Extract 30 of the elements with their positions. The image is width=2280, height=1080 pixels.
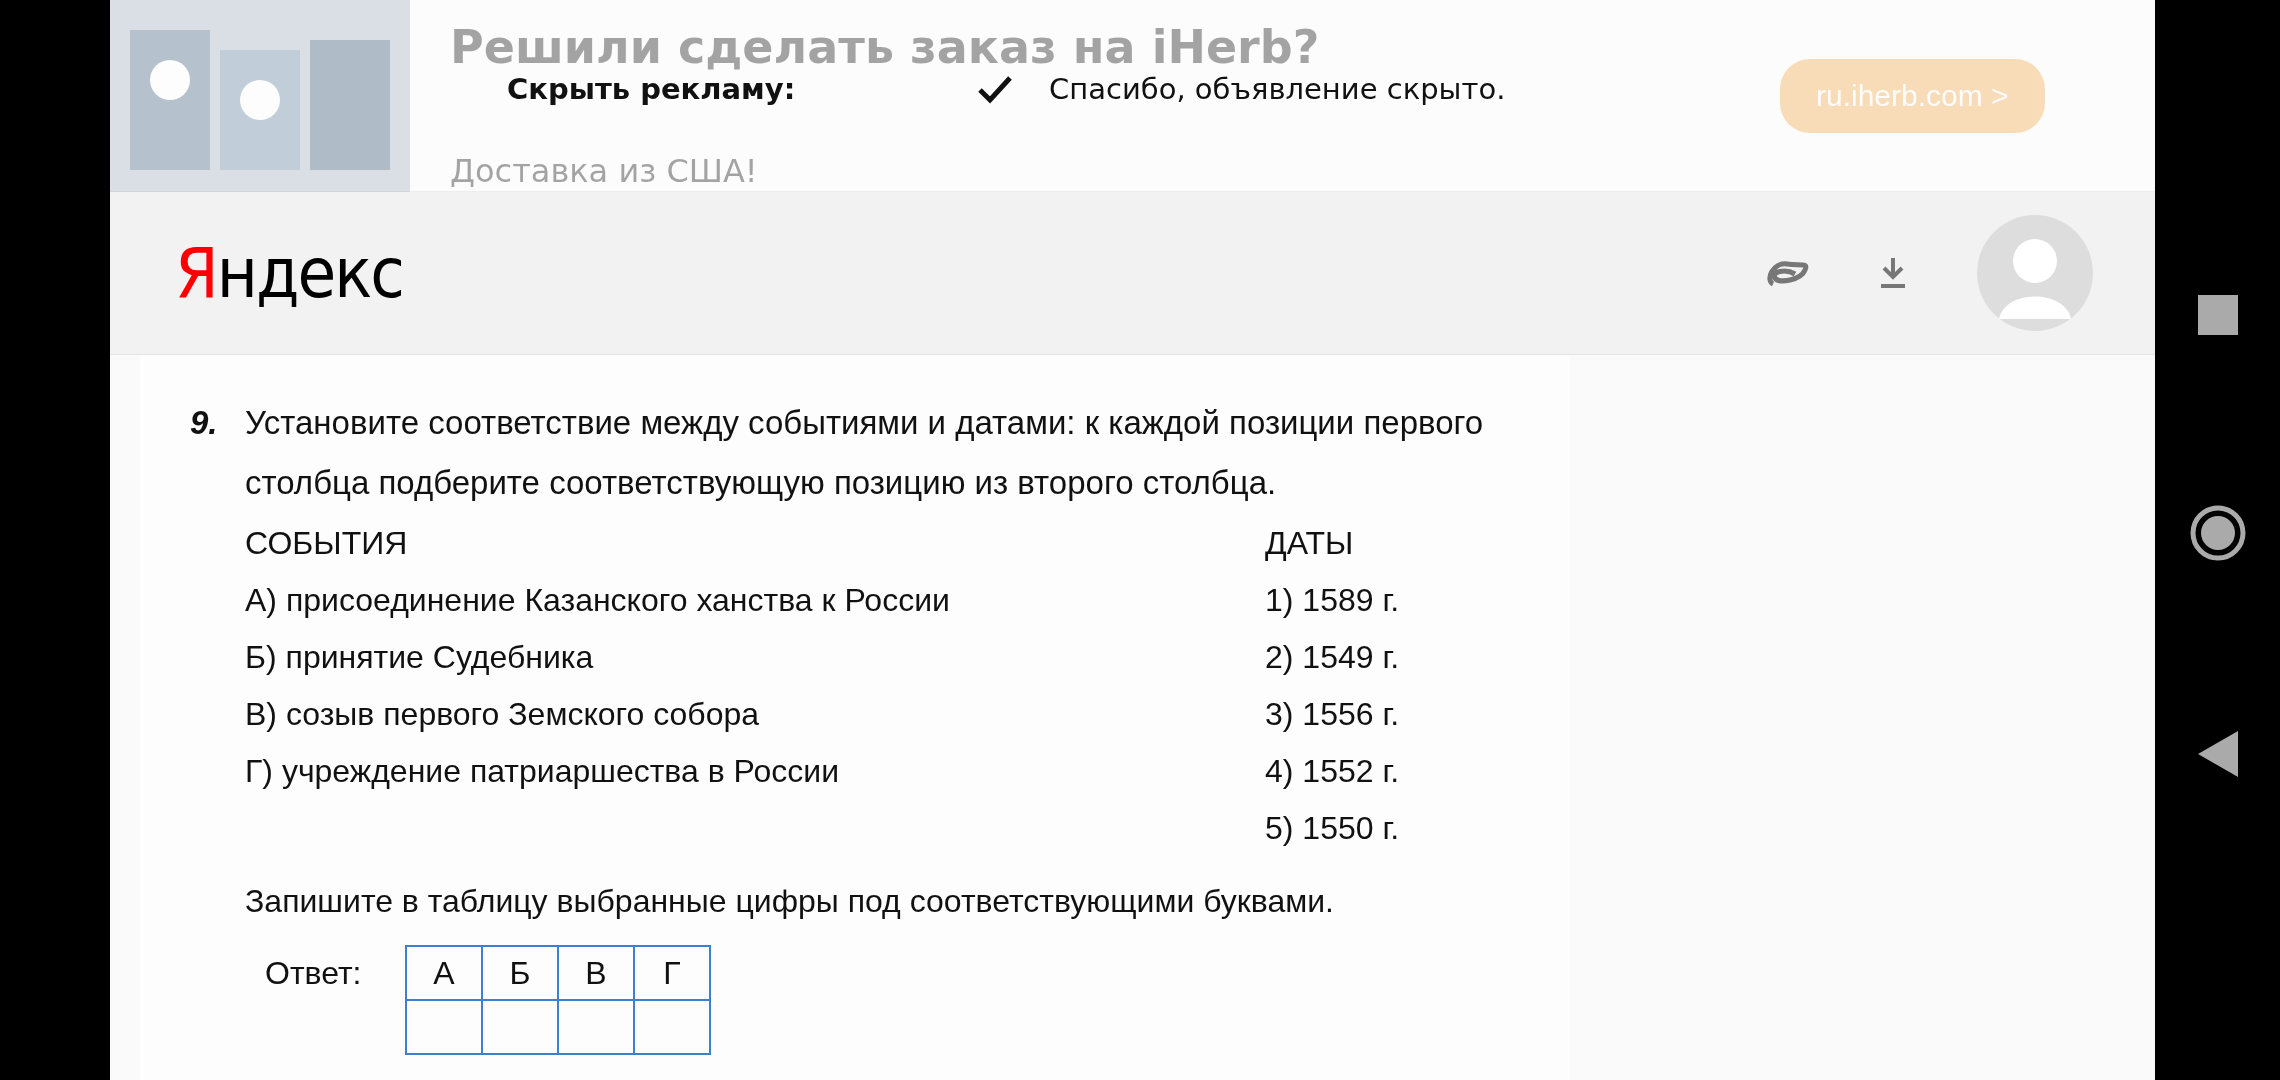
events-heading: СОБЫТИЯ [245,524,409,563]
answer-label: Ответ: [265,955,363,992]
event-item: В) созыв первого Земского собора [245,695,761,734]
date-item: 1) 1589 г. [1265,581,1401,620]
question-number: 9. [190,403,219,443]
event-item: Б) принятие Судебника [245,638,595,677]
date-item: 2) 1549 г. [1265,638,1401,677]
date-item: 3) 1556 г. [1265,695,1401,734]
hide-ad-label: Скрыть рекламу: [507,72,797,106]
back-icon[interactable] [2197,731,2238,777]
answer-table-header: Г [634,946,710,1000]
event-item: Г) учреждение патриаршества в России [245,752,841,791]
yandex-logo[interactable]: Яндекс [175,232,403,314]
checkmark-icon [977,74,1013,104]
dates-heading: ДАТЫ [1265,524,1355,563]
instruction-text: Запишите в таблицу выбранные цифры под соответствующими буквами. [245,882,1335,921]
download-icon[interactable] [1879,256,1907,290]
ad-hidden-message: Спасибо, объявление скрыто. [1049,72,1506,106]
event-item: А) присоединение Казанского ханства к России [245,581,951,620]
date-item: 5) 1550 г. [1265,809,1401,848]
recents-icon[interactable] [2197,295,2238,335]
date-item: 4) 1552 г. [1265,752,1401,791]
home-icon[interactable] [2189,505,2246,561]
answer-table-header: В [558,946,634,1000]
ad-text: Доставка из США! [450,152,759,190]
loop-icon[interactable] [1765,258,1809,288]
ad-title: Решили сделать заказ на iHerb? [450,20,1321,74]
answer-table-header: А [406,946,482,1000]
answer-table-header: Б [482,946,558,1000]
question-text: Установите соответствие между событиями и датами: к каждой позиции первого столбца подберите соответствующую позицию из второго столбца. [245,403,1485,503]
